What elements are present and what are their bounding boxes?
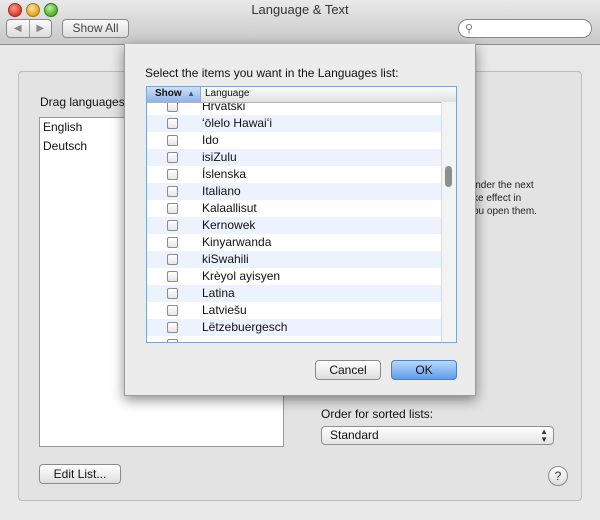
show-checkbox[interactable] [167,288,178,299]
sorted-lists-value: Standard [330,428,379,442]
table-row[interactable]: Íslenska [147,166,443,183]
table-row[interactable]: Italiano [147,183,443,200]
scrollbar-thumb[interactable] [445,166,452,187]
chevron-updown-icon: ▲ ▼ [540,427,548,444]
language-name: ʻōlelo Hawaiʻi [202,116,273,130]
table-row[interactable]: Krèyol ayisyen [147,268,443,285]
table-header: Show ▲ Language [147,87,456,103]
table-row[interactable]: Kinyarwanda [147,234,443,251]
language-name: Italiano [202,184,241,198]
cancel-button[interactable]: Cancel [315,360,381,380]
note-line: inder the next [473,180,534,191]
sorted-lists-select[interactable]: Standard ▲ ▼ [321,426,554,445]
window-title: Language & Text [251,2,349,17]
search-icon: ⚲ [465,23,474,35]
show-checkbox[interactable] [167,339,178,342]
show-checkbox[interactable] [167,118,178,129]
restart-note: inder the next ke effect in ou open them… [473,179,537,218]
edit-list-button[interactable]: Edit List... [39,464,121,484]
note-line: ke effect in [473,193,522,204]
language-name: kiSwahili [202,252,249,266]
show-checkbox[interactable] [167,220,178,231]
ok-button[interactable]: OK [391,360,457,380]
table-row[interactable]: Ido [147,132,443,149]
table-row[interactable]: Latina [147,285,443,302]
show-checkbox[interactable] [167,169,178,180]
note-line: ou open them. [473,206,537,217]
table-row[interactable]: kiSwahili [147,251,443,268]
show-checkbox[interactable] [167,186,178,197]
forward-button[interactable]: ▶ [30,20,52,37]
language-name: Kalaallisut [202,201,257,215]
show-all-button[interactable]: Show All [62,19,129,38]
table-body: Hrvatski ʻōlelo Hawaiʻi Ido isiZulu Íslenska… [147,98,443,342]
back-button[interactable]: ◀ [7,20,30,37]
drag-languages-label: Drag languages into your preferred order… [40,95,124,109]
table-row[interactable] [147,336,443,342]
title-bar: Language & Text ◀ ▶ Show All ⚲ [0,0,600,45]
vertical-scrollbar[interactable] [441,102,456,342]
help-button[interactable]: ? [548,466,568,486]
column-header-show[interactable]: Show ▲ [147,87,201,102]
show-checkbox[interactable] [167,254,178,265]
language-name: isiZulu [202,150,237,164]
table-row[interactable]: Kernowek [147,217,443,234]
show-checkbox[interactable] [167,305,178,316]
language-name: Krèyol ayisyen [202,269,281,283]
table-row[interactable]: Lëtzebuergesch [147,319,443,336]
show-checkbox[interactable] [167,203,178,214]
language-name: Kernowek [202,218,256,232]
language-name: Latviešu [202,303,247,317]
show-checkbox[interactable] [167,322,178,333]
edit-languages-sheet: Select the items you want in the Languag… [124,44,476,396]
language-name: Latina [202,286,235,300]
sheet-title: Select the items you want in the Languag… [145,66,399,80]
sort-ascending-icon: ▲ [187,89,195,98]
language-name: Ido [202,133,219,147]
table-row[interactable]: Kalaallisut [147,200,443,217]
search-field[interactable]: ⚲ [458,19,592,38]
show-checkbox[interactable] [167,271,178,282]
column-header-show-label: Show [155,88,182,99]
languages-table[interactable]: Hrvatski ʻōlelo Hawaiʻi Ido isiZulu Íslenska… [146,86,457,343]
column-header-language[interactable]: Language [201,87,456,102]
language-name: Íslenska [202,167,247,181]
table-row[interactable]: Latviešu [147,302,443,319]
table-row[interactable]: ʻōlelo Hawaiʻi [147,115,443,132]
back-forward-control: ◀ ▶ [6,19,52,38]
show-checkbox[interactable] [167,152,178,163]
show-checkbox[interactable] [167,237,178,248]
show-checkbox[interactable] [167,135,178,146]
language-name: Lëtzebuergesch [202,320,288,334]
language-name: Kinyarwanda [202,235,272,249]
table-row[interactable]: isiZulu [147,149,443,166]
sorted-lists-label: Order for sorted lists: [321,407,434,421]
